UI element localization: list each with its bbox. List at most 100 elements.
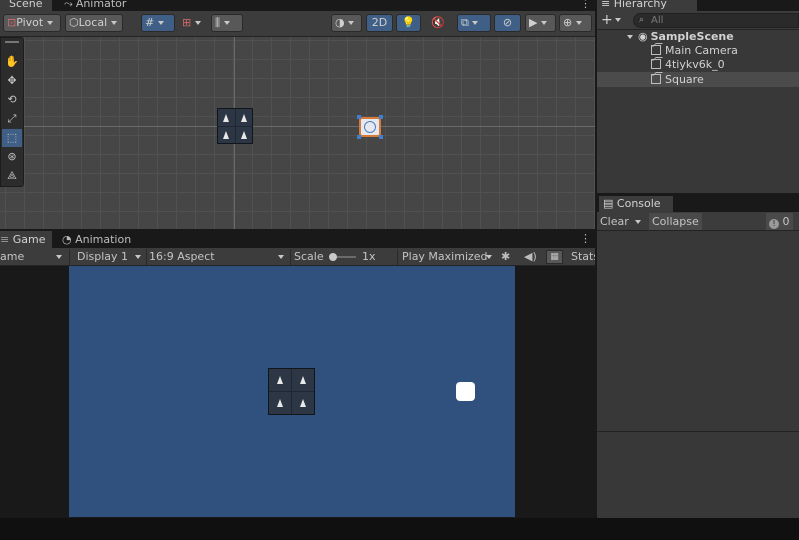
- gizmos-toggle-icon[interactable]: ▦: [546, 250, 563, 264]
- gizmos-button[interactable]: ⊕: [559, 14, 592, 32]
- tab-scene[interactable]: Scene: [0, 0, 52, 11]
- animator-icon: ⤳: [64, 0, 73, 10]
- view-label: ame: [0, 250, 25, 263]
- console-toolbar: Clear Collapse ! 0: [597, 212, 799, 231]
- custom-tool-icon[interactable]: ⟁: [2, 167, 22, 185]
- local-label: Local: [78, 16, 108, 29]
- chevron-down-icon: [278, 255, 284, 259]
- camera-button[interactable]: ▶: [525, 14, 556, 32]
- lighting-toggle[interactable]: 💡: [396, 14, 421, 32]
- rect-tool-icon[interactable]: ⬚: [2, 129, 22, 147]
- draw-mode-button[interactable]: ◑: [331, 14, 362, 32]
- clear-options-dropdown[interactable]: [635, 213, 647, 230]
- audio-toggle[interactable]: 🔇: [425, 14, 451, 32]
- collapse-label: Collapse: [652, 215, 699, 228]
- scene-root-item[interactable]: ◉ SampleScene: [627, 30, 734, 44]
- pivot-button[interactable]: ⊡Pivot: [3, 14, 61, 32]
- scene-axis-horizontal: [0, 126, 595, 127]
- align-icon: ⫼: [215, 16, 221, 29]
- rotate-tool-icon[interactable]: ⟲: [2, 91, 22, 109]
- scene-viewport[interactable]: [0, 37, 595, 229]
- aspect-label: 16:9 Aspect: [149, 250, 215, 263]
- mode-2d-button[interactable]: 2D: [366, 14, 393, 32]
- tab-game[interactable]: ≡ Game: [0, 231, 52, 248]
- scene-visibility-toggle[interactable]: ⊘: [494, 14, 521, 32]
- display-dropdown[interactable]: Display 1: [77, 249, 144, 265]
- speaker-icon[interactable]: ◀): [524, 249, 537, 265]
- tab-animator-label: Animator: [75, 0, 127, 10]
- hierarchy-tabbar: ≡ Hierarchy: [597, 0, 799, 11]
- chevron-down-icon: [223, 21, 230, 25]
- tools-grip[interactable]: [5, 41, 19, 43]
- game-canvas[interactable]: [69, 266, 515, 517]
- hierarchy-item-label: Square: [665, 73, 704, 86]
- divider: [69, 249, 70, 265]
- chevron-down-icon: [540, 21, 547, 25]
- tab-animator[interactable]: ⤳ Animator: [64, 0, 144, 11]
- add-button[interactable]: +: [601, 12, 621, 28]
- chevron-down-icon: [46, 21, 53, 25]
- expand-arrow-icon[interactable]: [627, 35, 633, 39]
- hierarchy-panel: + ⌕ All ◉ SampleScene Main Camera 4tiykv6…: [597, 11, 799, 193]
- chevron-down-icon: [194, 21, 201, 25]
- rect-handle[interactable]: [357, 115, 361, 119]
- console-tabbar: ▤ Console: [597, 193, 799, 212]
- tab-animation[interactable]: ◔ Animation: [62, 231, 152, 248]
- transform-tool-icon[interactable]: ⊛: [2, 148, 22, 166]
- hierarchy-item-main-camera[interactable]: Main Camera: [651, 44, 738, 58]
- gameobject-cube-icon: [651, 74, 661, 84]
- scale-slider[interactable]: [329, 253, 356, 261]
- console-detail-area[interactable]: [597, 431, 799, 518]
- aspect-dropdown[interactable]: 16:9 Aspect: [149, 249, 289, 265]
- divider: [146, 249, 147, 265]
- rect-handle[interactable]: [379, 115, 383, 119]
- tab-scene-label: Scene: [9, 0, 43, 10]
- chevron-down-icon: [56, 255, 62, 259]
- rect-handle[interactable]: [379, 135, 383, 139]
- panel-menu-icon[interactable]: ⋮: [580, 0, 591, 10]
- gameobject-cube-icon: [651, 45, 661, 55]
- visibility-off-icon: ⊘: [502, 16, 513, 29]
- panel-menu-icon[interactable]: ⋮: [580, 232, 591, 245]
- bug-icon[interactable]: ✱: [501, 249, 510, 265]
- tab-animation-label: Animation: [75, 233, 132, 246]
- play-mode-dropdown[interactable]: Play Maximized: [402, 249, 496, 265]
- chevron-down-icon: [486, 255, 492, 259]
- console-log-area[interactable]: [597, 231, 799, 431]
- increment-snap-button[interactable]: ⊞: [178, 14, 208, 32]
- grid-snapping-button[interactable]: #: [141, 14, 175, 32]
- local-icon: ⬡: [69, 16, 79, 29]
- tab-console[interactable]: ▤ Console: [599, 196, 673, 212]
- chevron-down-icon: [135, 255, 141, 259]
- collapse-button[interactable]: Collapse: [649, 213, 702, 230]
- view-dropdown[interactable]: ame: [0, 249, 66, 265]
- search-input[interactable]: ⌕ All: [633, 13, 799, 28]
- local-button[interactable]: ⬡Local: [65, 14, 123, 32]
- info-count-button[interactable]: ! 0: [766, 213, 793, 230]
- hierarchy-item-4tiykv6k[interactable]: 4tiykv6k_0: [651, 58, 725, 72]
- scene-name: SampleScene: [650, 30, 734, 43]
- chevron-down-icon: [157, 21, 164, 25]
- chevron-down-icon: [110, 21, 117, 25]
- info-icon: !: [769, 219, 779, 229]
- audio-muted-icon: 🔇: [431, 16, 445, 29]
- align-button[interactable]: ⫼: [211, 14, 243, 32]
- move-tool-icon[interactable]: ✥: [2, 72, 22, 90]
- effects-button[interactable]: ⧉: [457, 14, 491, 32]
- tile-sprite-object[interactable]: [217, 108, 253, 144]
- hierarchy-item-square[interactable]: Square: [651, 73, 704, 87]
- scale-slider-thumb[interactable]: [329, 253, 337, 261]
- pivot-icon: ⊡: [7, 16, 17, 29]
- hand-tool-icon[interactable]: ✋: [2, 53, 22, 71]
- square-object-selected[interactable]: [357, 115, 383, 139]
- tools-overlay: ✋ ✥ ⟲ ⤢ ⬚ ⊛ ⟁: [0, 37, 24, 187]
- spike-tile: [292, 392, 314, 414]
- tab-hierarchy[interactable]: ≡ Hierarchy: [597, 0, 697, 11]
- clear-button[interactable]: Clear: [600, 213, 629, 230]
- rect-handle[interactable]: [357, 135, 361, 139]
- gameobject-cube-icon: [651, 59, 661, 69]
- spike-tile: [218, 126, 235, 143]
- spike-tile: [235, 126, 252, 143]
- scene-tabbar: Scene ⤳ Animator ⋮: [0, 0, 595, 11]
- scale-tool-icon[interactable]: ⤢: [2, 110, 22, 128]
